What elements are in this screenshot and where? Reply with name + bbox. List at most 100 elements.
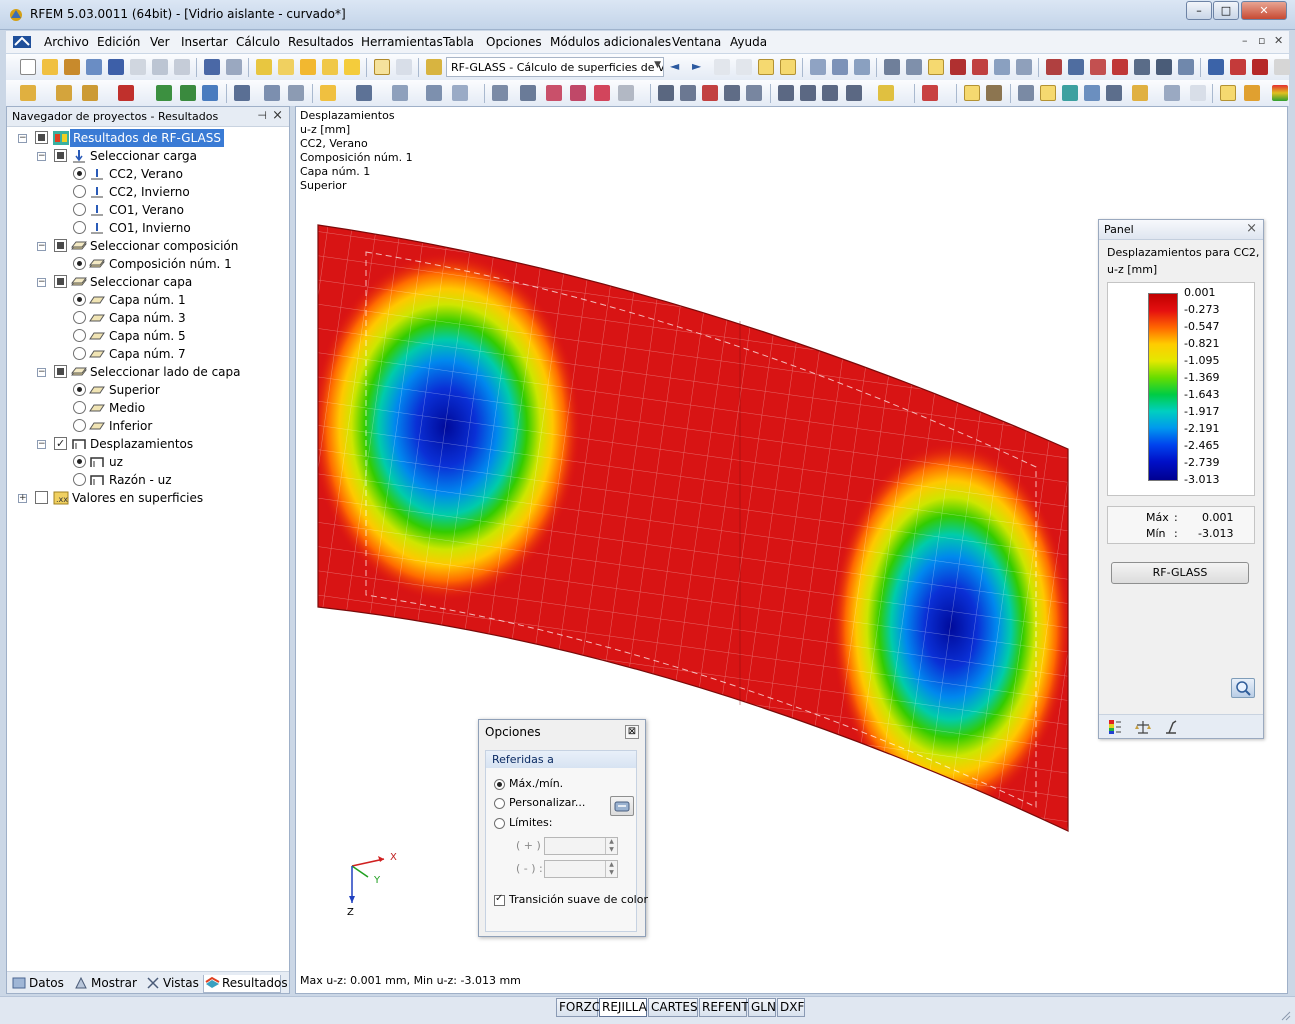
- undo-icon[interactable]: [204, 59, 220, 75]
- panel-close-icon[interactable]: ×: [1246, 221, 1257, 236]
- magnifier-icon[interactable]: [1231, 678, 1255, 698]
- maximize-button[interactable]: □: [1213, 1, 1239, 20]
- front-view-icon[interactable]: [546, 85, 562, 101]
- previous-icon[interactable]: ◄: [670, 59, 686, 75]
- menu-calculo[interactable]: Cálculo: [236, 35, 280, 49]
- solid-tool-icon[interactable]: [180, 85, 196, 101]
- mdi-close-button[interactable]: ✕: [1274, 34, 1283, 47]
- table-results-icon[interactable]: [1190, 85, 1206, 101]
- transparent-icon[interactable]: [452, 85, 468, 101]
- module-icon[interactable]: [426, 59, 442, 75]
- print-report-icon[interactable]: [130, 59, 146, 75]
- tab-resultados[interactable]: Resultados: [203, 975, 288, 993]
- load-tool-icon[interactable]: [234, 85, 250, 101]
- tab-datos[interactable]: Datos: [11, 975, 67, 993]
- pan-icon[interactable]: [724, 85, 740, 101]
- tree-group-load[interactable]: − Seleccionar carga: [7, 147, 287, 165]
- menu-tabla[interactable]: Tabla: [443, 35, 474, 49]
- close-button[interactable]: ✕: [1241, 1, 1287, 20]
- view-minus-x-icon[interactable]: [846, 85, 862, 101]
- load-option-co1-verano[interactable]: CO1, Verano: [7, 201, 287, 219]
- load-option-cc2-invierno[interactable]: CC2, Invierno: [7, 183, 287, 201]
- table-icon[interactable]: [374, 59, 390, 75]
- section-icon[interactable]: [832, 59, 848, 75]
- render-icon[interactable]: [356, 85, 372, 101]
- menu-edicion[interactable]: Edición: [97, 35, 140, 49]
- status-cartes-button[interactable]: CARTES: [648, 998, 698, 1017]
- radio-limits[interactable]: Límites:: [494, 816, 552, 829]
- options-close-button[interactable]: ⊠: [625, 725, 639, 739]
- next-icon[interactable]: ►: [692, 59, 708, 75]
- zoom-icon[interactable]: [278, 59, 294, 75]
- menu-ayuda[interactable]: Ayuda: [730, 35, 767, 49]
- menu-herramientas[interactable]: Herramientas: [361, 35, 443, 49]
- supports-icon[interactable]: [972, 59, 988, 75]
- radio-custom[interactable]: Personalizar...: [494, 796, 585, 809]
- filter-icon[interactable]: [1163, 719, 1179, 735]
- close-icon[interactable]: ×: [272, 108, 283, 123]
- edit-colors-button[interactable]: [610, 796, 634, 816]
- mdi-restore-button[interactable]: ▫: [1258, 34, 1265, 47]
- composition-option-1[interactable]: Composición núm. 1: [7, 255, 287, 273]
- menu-ver[interactable]: Ver: [150, 35, 170, 49]
- hinge-icon[interactable]: [1090, 59, 1106, 75]
- status-forzc-button[interactable]: FORZC: [556, 998, 600, 1017]
- menu-modulos-adicionales[interactable]: Módulos adicionales: [550, 35, 671, 49]
- new-icon[interactable]: [20, 59, 36, 75]
- table-view-icon[interactable]: [396, 59, 412, 75]
- balance-icon[interactable]: [1135, 719, 1151, 735]
- mdi-minimize-button[interactable]: –: [1242, 34, 1248, 47]
- grid-icon[interactable]: [884, 59, 900, 75]
- document-icon[interactable]: [12, 34, 32, 50]
- layer-option-3[interactable]: Capa núm. 3: [7, 309, 287, 327]
- displacement-option-uz[interactable]: uz: [7, 453, 287, 471]
- web-icon[interactable]: [86, 59, 102, 75]
- surfaces-icon[interactable]: [1016, 59, 1032, 75]
- add-icon[interactable]: [322, 59, 338, 75]
- status-dxf-button[interactable]: DXF: [777, 998, 805, 1017]
- support-tool-icon[interactable]: [118, 85, 134, 101]
- rotate-icon[interactable]: [1068, 59, 1084, 75]
- edit-icon[interactable]: [256, 59, 272, 75]
- tree-group-layer[interactable]: − Seleccionar capa: [7, 273, 287, 291]
- layer-option-7[interactable]: Capa núm. 7: [7, 345, 287, 363]
- member-tool-icon[interactable]: [82, 85, 98, 101]
- export-icon[interactable]: [1208, 59, 1224, 75]
- menu-archivo[interactable]: Archivo: [44, 35, 89, 49]
- colors-icon[interactable]: [922, 85, 938, 101]
- node-tool-icon[interactable]: [20, 85, 36, 101]
- zoom-all-icon[interactable]: [702, 85, 718, 101]
- isolines-icon[interactable]: [1062, 85, 1078, 101]
- lines-icon[interactable]: [994, 59, 1010, 75]
- trajectories-icon[interactable]: [1084, 85, 1100, 101]
- camera-icon[interactable]: [1156, 59, 1172, 75]
- result-lines-icon[interactable]: [1018, 85, 1034, 101]
- color-scale-icon[interactable]: [1272, 85, 1288, 101]
- displacement-option-ratio-uz[interactable]: Razón - uz: [7, 471, 287, 489]
- mesh-icon[interactable]: [906, 59, 922, 75]
- zoom-window-icon[interactable]: [680, 85, 696, 101]
- import-icon[interactable]: [1230, 59, 1246, 75]
- view-z-icon[interactable]: [822, 85, 838, 101]
- top-view-icon[interactable]: [520, 85, 536, 101]
- deformation-icon[interactable]: [964, 85, 980, 101]
- side-view-icon[interactable]: [570, 85, 586, 101]
- tree-root-results[interactable]: − Resultados de RF-GLASS: [7, 129, 287, 147]
- display-options-icon[interactable]: [878, 85, 894, 101]
- surface-tool-icon[interactable]: [202, 85, 218, 101]
- animation-icon[interactable]: [986, 85, 1002, 101]
- plus-limit-input[interactable]: ▲ ▼: [544, 837, 618, 855]
- graphics-workspace[interactable]: Desplazamientos u-z [mm] CC2, Verano Com…: [295, 106, 1288, 994]
- pdf-icon[interactable]: [1252, 59, 1268, 75]
- print-graphic-icon[interactable]: [174, 59, 190, 75]
- view-icon[interactable]: [320, 85, 336, 101]
- menu-ventana[interactable]: Ventana: [672, 35, 721, 49]
- menu-insertar[interactable]: Insertar: [181, 35, 228, 49]
- show-values-icon[interactable]: [780, 59, 796, 75]
- cross-section-icon[interactable]: [264, 85, 280, 101]
- panel-icon[interactable]: [1220, 85, 1236, 101]
- print-results-icon[interactable]: [1244, 85, 1260, 101]
- layer-option-5[interactable]: Capa núm. 5: [7, 327, 287, 345]
- member-icon[interactable]: [854, 59, 870, 75]
- perspective-icon[interactable]: [618, 85, 634, 101]
